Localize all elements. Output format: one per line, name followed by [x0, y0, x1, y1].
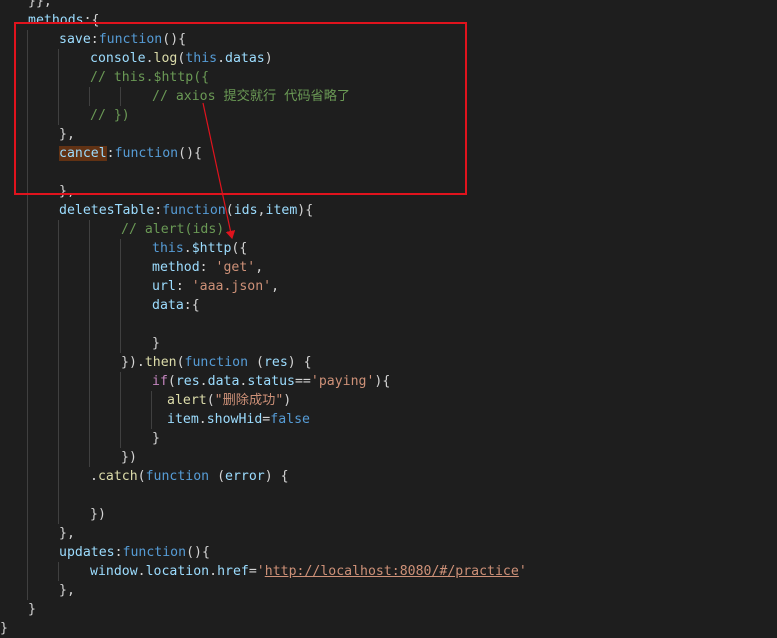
annotation-arrow-icon — [202, 102, 236, 240]
